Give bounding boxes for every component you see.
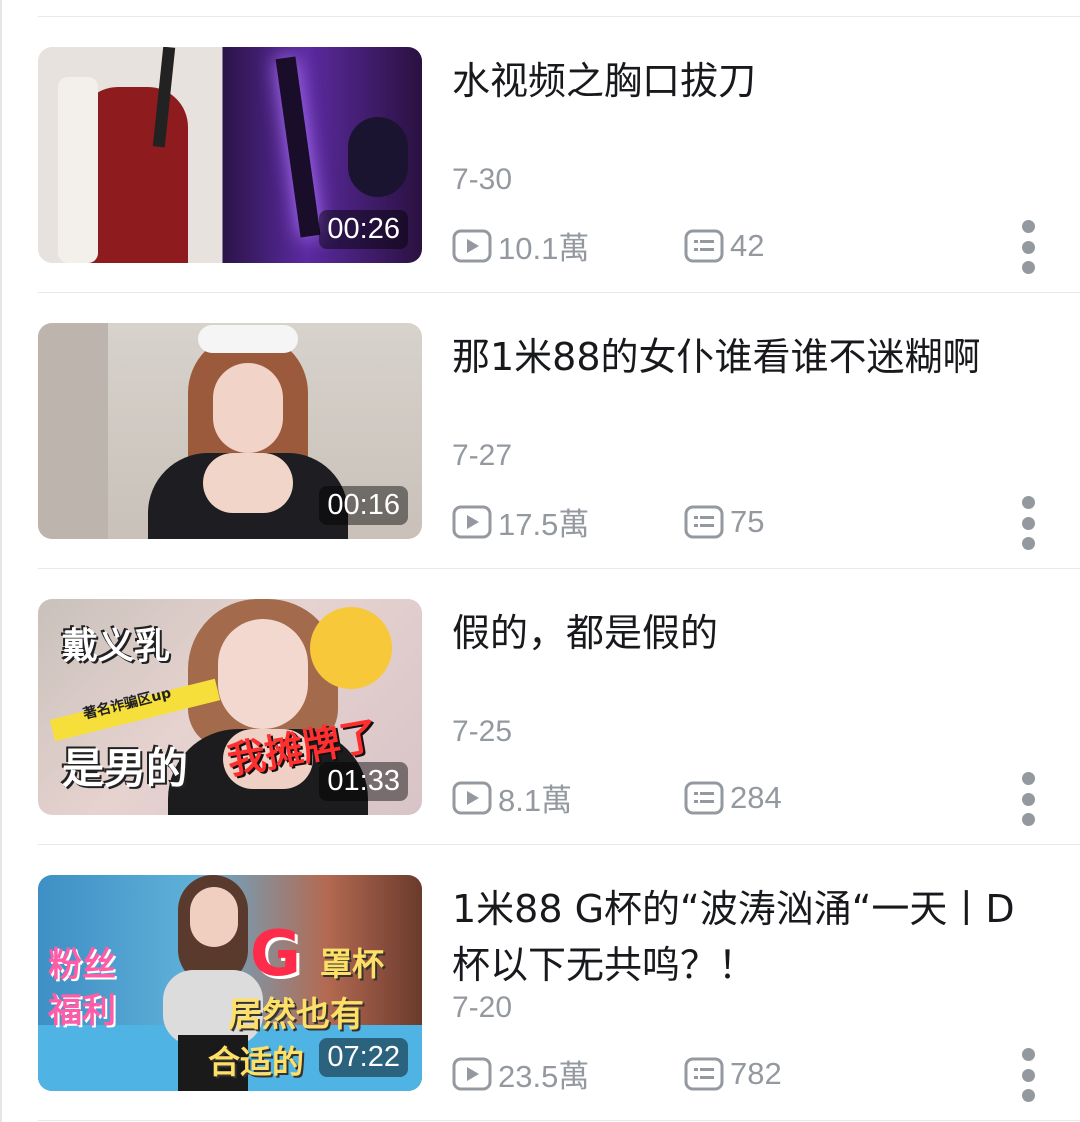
play-icon <box>452 781 492 814</box>
comment-count-text: 42 <box>730 227 765 263</box>
video-stats: 17.5萬 75 <box>452 499 764 544</box>
more-vertical-icon[interactable] <box>1016 772 1040 826</box>
view-count: 23.5萬 <box>452 1051 684 1096</box>
comment-count: 782 <box>684 1056 782 1092</box>
thumbnail-caption: 居然也有 <box>228 995 364 1035</box>
thumbnail-caption: 是男的 <box>62 744 189 793</box>
duration-badge: 01:33 <box>319 762 408 801</box>
play-icon <box>452 1057 492 1090</box>
video-item[interactable]: 00:16 那1米88的女仆谁看谁不迷糊啊 7-27 17.5萬 75 <box>38 293 1080 569</box>
video-thumbnail[interactable]: 00:16 <box>38 323 422 539</box>
thumbnail-caption: G <box>250 917 301 990</box>
more-vertical-icon[interactable] <box>1016 220 1040 274</box>
video-item[interactable]: 00:26 水视频之胸口拔刀 7-30 10.1萬 42 <box>38 17 1080 293</box>
comment-count-text: 782 <box>730 1055 782 1091</box>
video-item[interactable]: 粉丝 福利 G 罩杯 居然也有 合适的 07:22 1米88 G杯的“波涛汹涌“… <box>38 845 1080 1121</box>
comment-count-text: 75 <box>730 503 765 539</box>
video-stats: 23.5萬 782 <box>452 1051 782 1096</box>
duration-badge: 00:16 <box>319 486 408 525</box>
video-title[interactable]: 那1米88的女仆谁看谁不迷糊啊 <box>452 329 1052 385</box>
view-count: 10.1萬 <box>452 223 684 268</box>
video-list: 00:26 水视频之胸口拔刀 7-30 10.1萬 42 00:16 那1米88… <box>2 17 1080 1121</box>
thumbnail-caption: 戴义乳 <box>62 626 171 667</box>
video-thumbnail[interactable]: 粉丝 福利 G 罩杯 居然也有 合适的 07:22 <box>38 875 422 1091</box>
view-count: 17.5萬 <box>452 499 684 544</box>
thumbnail-caption: 福利 <box>48 991 116 1031</box>
comment-count: 75 <box>684 504 764 540</box>
video-list-page: 00:26 水视频之胸口拔刀 7-30 10.1萬 42 00:16 那1米88… <box>0 0 1080 1122</box>
more-vertical-icon[interactable] <box>1016 496 1040 550</box>
play-icon <box>452 229 492 262</box>
video-item[interactable]: 戴义乳 著名诈骗区up 是男的 我摊牌了 01:33 假的，都是假的 7-25 … <box>38 569 1080 845</box>
video-title[interactable]: 假的，都是假的 <box>452 605 1052 661</box>
comment-icon <box>684 781 724 814</box>
video-thumbnail[interactable]: 戴义乳 著名诈骗区up 是男的 我摊牌了 01:33 <box>38 599 422 815</box>
view-count-text: 23.5萬 <box>498 1059 590 1094</box>
video-title[interactable]: 1米88 G杯的“波涛汹涌“一天丨D杯以下无共鸣？！ <box>452 881 1052 993</box>
duration-badge: 07:22 <box>319 1038 408 1077</box>
video-date: 7-25 <box>452 715 513 748</box>
video-thumbnail[interactable]: 00:26 <box>38 47 422 263</box>
video-date: 7-20 <box>452 991 513 1024</box>
view-count-text: 8.1萬 <box>498 783 573 818</box>
play-icon <box>452 505 492 538</box>
video-stats: 10.1萬 42 <box>452 223 764 268</box>
comment-icon <box>684 229 724 262</box>
video-title[interactable]: 水视频之胸口拔刀 <box>452 53 1052 109</box>
video-date: 7-27 <box>452 439 513 472</box>
video-stats: 8.1萬 284 <box>452 775 782 820</box>
view-count: 8.1萬 <box>452 775 684 820</box>
thumbnail-caption: 罩杯 <box>320 945 385 983</box>
thumbnail-caption: 合适的 <box>208 1043 305 1081</box>
more-vertical-icon[interactable] <box>1016 1048 1040 1102</box>
comment-count-text: 284 <box>730 779 782 815</box>
comment-count: 284 <box>684 780 782 816</box>
view-count-text: 10.1萬 <box>498 231 590 266</box>
comment-count: 42 <box>684 228 764 264</box>
view-count-text: 17.5萬 <box>498 507 590 542</box>
video-date: 7-30 <box>452 163 513 196</box>
comment-icon <box>684 1057 724 1090</box>
duration-badge: 00:26 <box>319 210 408 249</box>
thumbnail-caption: 粉丝 <box>48 945 116 985</box>
comment-icon <box>684 505 724 538</box>
